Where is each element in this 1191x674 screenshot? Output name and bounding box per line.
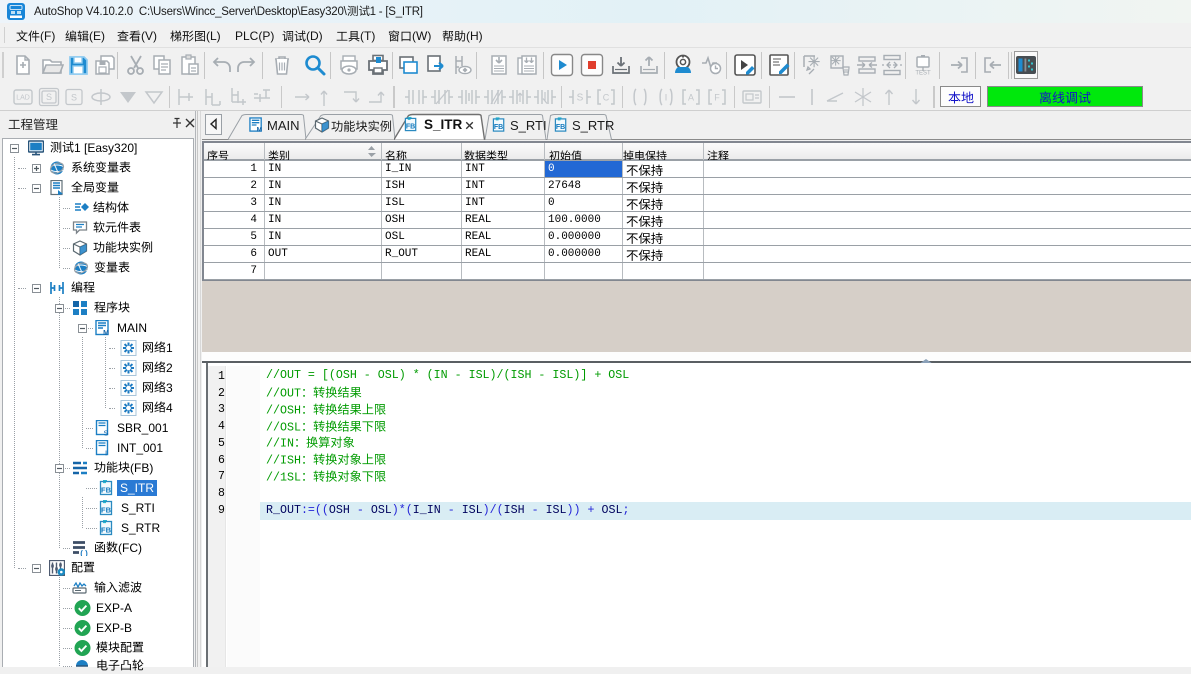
svg-text:FB: FB bbox=[406, 124, 415, 131]
svg-text:M: M bbox=[103, 330, 109, 336]
svg-text:FB: FB bbox=[101, 506, 112, 515]
svg-text:C: C bbox=[603, 93, 610, 103]
svg-text:S: S bbox=[71, 93, 77, 103]
svg-text:FB: FB bbox=[101, 486, 112, 495]
svg-text:S: S bbox=[103, 429, 108, 437]
svg-text:I: I bbox=[665, 93, 668, 103]
svg-text:FB: FB bbox=[494, 124, 503, 131]
svg-text:LAD: LAD bbox=[16, 95, 30, 102]
svg-text:( ): ( ) bbox=[80, 549, 88, 556]
svg-text:FB: FB bbox=[101, 526, 112, 535]
svg-text:A: A bbox=[688, 93, 694, 103]
svg-text:FB: FB bbox=[556, 124, 565, 131]
svg-text:S: S bbox=[577, 93, 584, 104]
svg-text:S: S bbox=[46, 92, 52, 102]
svg-text:TEST: TEST bbox=[915, 71, 931, 77]
svg-text:F: F bbox=[714, 93, 720, 103]
svg-text:I: I bbox=[105, 449, 107, 457]
svg-text:M: M bbox=[257, 127, 263, 133]
